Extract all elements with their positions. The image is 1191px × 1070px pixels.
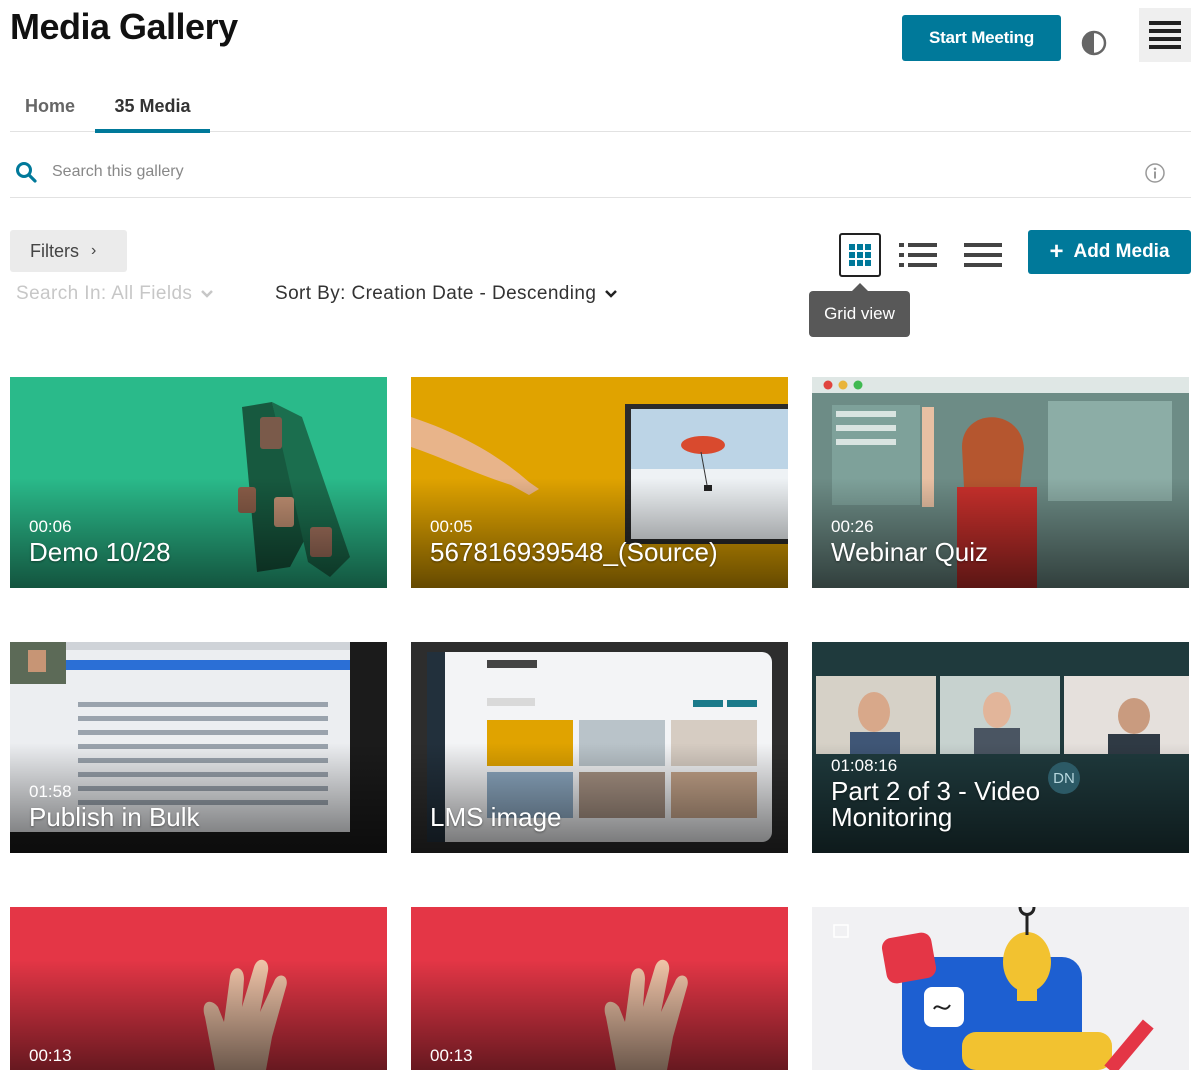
search-input[interactable] [52, 158, 852, 186]
grid-view-tooltip: Grid view [809, 283, 910, 337]
media-card[interactable]: 00:13 [10, 907, 387, 1070]
media-duration: 00:06 [29, 517, 72, 536]
contrast-icon [1081, 30, 1107, 56]
detailed-list-view-button[interactable] [897, 235, 939, 275]
chevron-down-icon [201, 290, 214, 298]
media-card[interactable]: 01:58 Publish in Bulk [10, 642, 387, 853]
list-icon [899, 243, 937, 267]
media-duration: 01:08:16 [831, 756, 898, 775]
media-card[interactable]: 00:05 567816939548_(Source) [411, 377, 788, 588]
grid-icon [849, 244, 871, 266]
sort-by-dropdown[interactable]: Sort By: Creation Date - Descending [275, 283, 618, 305]
contrast-toggle-button[interactable] [1080, 29, 1108, 57]
tab-home[interactable]: Home [25, 78, 75, 132]
menu-button[interactable] [1139, 8, 1191, 62]
media-title[interactable]: Demo 10/28 [29, 539, 359, 565]
media-duration: 00:26 [831, 517, 874, 536]
media-card[interactable]: 00:13 [411, 907, 788, 1070]
search-in-label: Search In: All Fields [16, 283, 193, 304]
media-title[interactable]: LMS image [430, 804, 760, 830]
chevron-right-icon: › [91, 242, 97, 259]
sort-by-label: Sort By: Creation Date - Descending [275, 283, 597, 304]
search-bar [10, 148, 1191, 198]
filters-label: Filters [30, 240, 79, 261]
search-in-dropdown[interactable]: Search In: All Fields [16, 283, 214, 305]
media-title[interactable]: Part 2 of 3 - Video Monitoring [831, 778, 1161, 830]
gallery-tabs: Home 35 Media [10, 78, 1191, 133]
media-card[interactable]: LMS image [411, 642, 788, 853]
search-icon[interactable] [15, 161, 37, 183]
media-thumbnail [812, 907, 1189, 1070]
tab-media-label: 35 Media [114, 95, 191, 116]
media-card[interactable] [812, 907, 1189, 1070]
plus-icon: + [1049, 238, 1064, 265]
media-title[interactable]: Publish in Bulk [29, 804, 359, 830]
chevron-down-icon [605, 290, 618, 298]
page-title: Media Gallery [10, 6, 238, 47]
compact-list-icon [964, 243, 1002, 267]
media-duration: 00:13 [29, 1046, 72, 1065]
filters-button[interactable]: Filters › [10, 230, 127, 272]
media-card[interactable]: DN 01:08:16 Part 2 of 3 - Video Monitori… [812, 642, 1189, 853]
media-card[interactable]: 00:26 Webinar Quiz [812, 377, 1189, 588]
media-duration: 01:58 [29, 782, 72, 801]
active-tab-indicator [95, 129, 210, 133]
tab-media[interactable]: 35 Media [95, 78, 210, 133]
hamburger-menu-icon [1149, 21, 1181, 49]
media-duration: 00:13 [430, 1046, 473, 1065]
info-icon[interactable] [1144, 162, 1166, 184]
media-card[interactable]: 00:06 Demo 10/28 [10, 377, 387, 588]
media-title[interactable]: Webinar Quiz [831, 539, 1161, 565]
thumbnail-overlay [411, 743, 788, 853]
media-duration: 00:05 [430, 517, 473, 536]
compact-list-view-button[interactable] [961, 235, 1005, 275]
start-meeting-button[interactable]: Start Meeting [902, 15, 1061, 61]
media-title[interactable]: 567816939548_(Source) [430, 539, 760, 565]
grid-view-button[interactable] [839, 233, 881, 277]
add-media-button[interactable]: + Add Media [1028, 230, 1191, 274]
add-media-label: Add Media [1073, 241, 1170, 262]
